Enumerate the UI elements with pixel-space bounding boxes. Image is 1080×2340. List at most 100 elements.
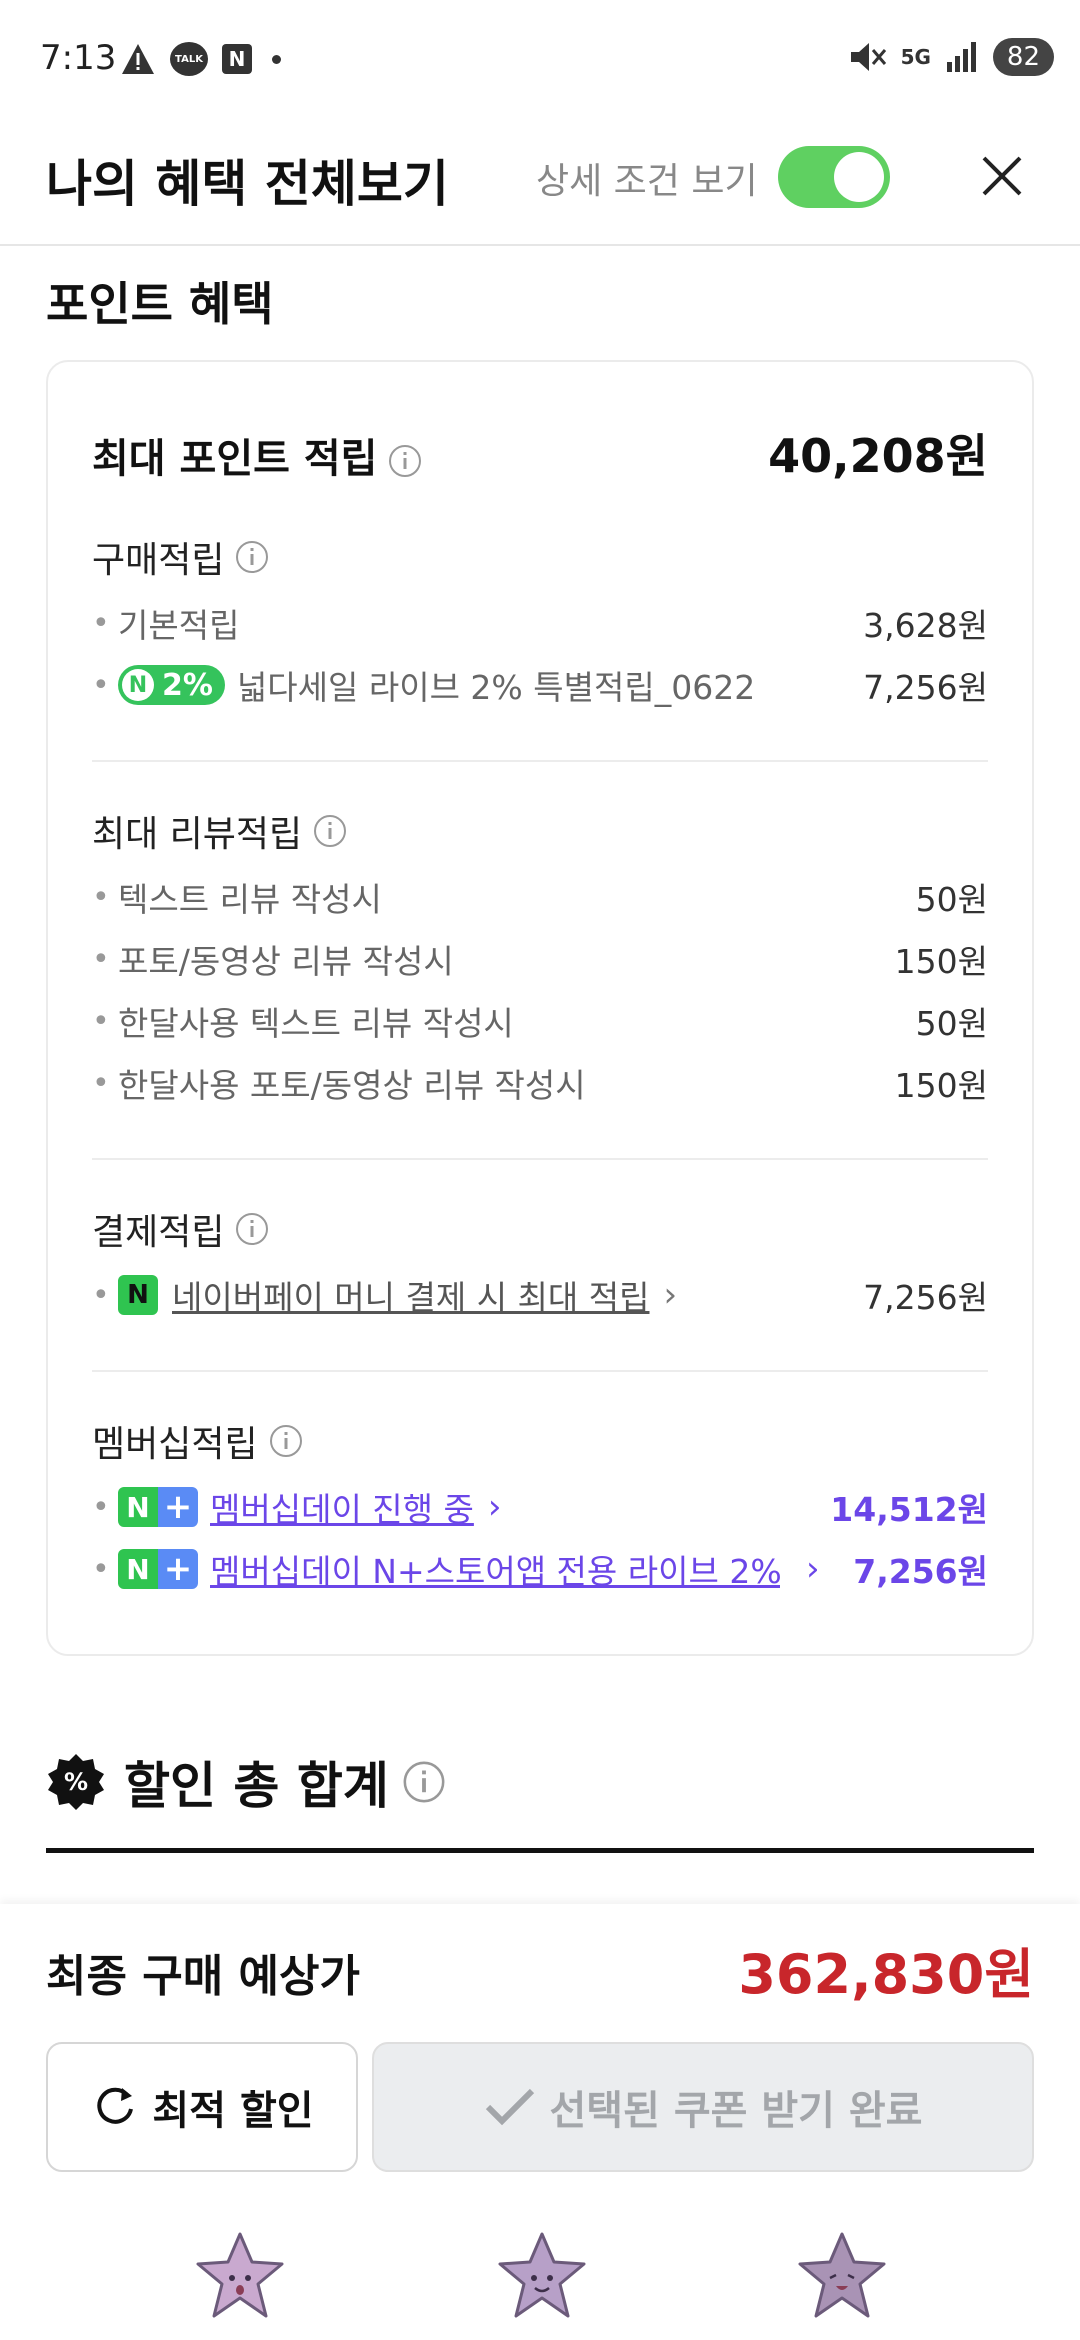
- refresh-icon: [97, 2087, 134, 2124]
- toggle-knob: [834, 152, 884, 202]
- notification-icons: TALK N: [120, 42, 281, 76]
- item-label: 한달사용 텍스트 리뷰 작성시: [118, 1004, 514, 1043]
- naverpay-link[interactable]: 네이버페이 머니 결제 시 최대 적립: [172, 1271, 650, 1319]
- item-label-wrap[interactable]: N 네이버페이 머니 결제 시 최대 적립 ›: [118, 1271, 677, 1319]
- item-label: 한달사용 포토/동영상 리뷰 작성시: [118, 1066, 586, 1105]
- bullet: •: [92, 1277, 110, 1313]
- divider: [92, 1370, 988, 1372]
- system-icons: 5G 82: [849, 38, 1054, 76]
- coupon-received-button[interactable]: 선택된 쿠폰 받기 완료: [372, 2042, 1034, 2172]
- mute-icon: [850, 43, 886, 71]
- item-label-wrap: N 2% 넓다세일 라이브 2% 특별적립_0622: [118, 661, 755, 709]
- info-icon[interactable]: [387, 443, 423, 479]
- detail-toggle[interactable]: [778, 146, 890, 208]
- badge-text: 2%: [162, 667, 213, 703]
- naver-plus-icon: N +: [118, 1549, 198, 1589]
- bottom-summary-panel: 최종 구매 예상가 362,830원 최적 할인 선택된 쿠폰 받기 완료: [0, 1904, 1080, 2340]
- item-label: 기본적립: [118, 606, 240, 645]
- chevron-right-icon: ›: [663, 1275, 678, 1315]
- max-points-text: 최대 포인트 적립: [92, 436, 378, 482]
- membership-points-group: 멤버십적립 • N + 멤버십데이 진행 중 › 14,512원 • N + 멤버십…: [92, 1406, 988, 1600]
- page-title: 나의 혜택 전체보기: [46, 155, 449, 213]
- list-item: • 포토/동영상 리뷰 작성시 150원: [92, 928, 988, 990]
- membership-day-link[interactable]: 멤버십데이 진행 중: [210, 1483, 474, 1531]
- divider: [92, 760, 988, 762]
- naver-icon: N: [222, 44, 252, 74]
- group-title-text: 구매적립: [92, 540, 225, 581]
- status-bar: 7:13 TALK N 5G 82: [0, 0, 1080, 120]
- coupon-received-label: 선택된 쿠폰 받기 완료: [549, 2088, 923, 2134]
- bullet: •: [92, 1003, 110, 1039]
- item-label: 포토/동영상 리뷰 작성시: [118, 942, 454, 981]
- discount-total-heading: % 할인 총 합계: [46, 1746, 447, 1818]
- max-points-value: 40,208원: [768, 429, 988, 483]
- item-value: 150원: [894, 942, 988, 981]
- naver-plus-icon: N +: [118, 1487, 198, 1527]
- group-title: 멤버십적립: [92, 1406, 988, 1476]
- naver-icon: N: [122, 669, 154, 701]
- bullet: •: [92, 1551, 110, 1587]
- divider: [46, 1848, 1034, 1853]
- naver-2percent-badge: N 2%: [118, 665, 225, 705]
- item-value: 50원: [915, 880, 988, 919]
- purchase-points-group: 구매적립 • 기본적립 3,628원 • N 2% 넓다세일 라이브 2% 특별적…: [92, 522, 988, 716]
- close-icon[interactable]: [970, 144, 1034, 208]
- naver-icon-part: N: [118, 1549, 158, 1589]
- dot-icon: [272, 54, 281, 64]
- list-item[interactable]: • N + 멤버십데이 진행 중 › 14,512원: [92, 1476, 988, 1538]
- info-icon[interactable]: [234, 1211, 270, 1247]
- status-time: 7:13: [40, 38, 117, 78]
- max-points-label: 최대 포인트 적립: [92, 426, 423, 484]
- bullet: •: [92, 1065, 110, 1101]
- final-price-label: 최종 구매 예상가: [46, 1951, 360, 2002]
- section-title-points: 포인트 혜택: [46, 277, 274, 331]
- optimal-discount-button[interactable]: 최적 할인: [46, 2042, 358, 2172]
- discount-total-title: 할인 총 합계: [124, 1757, 389, 1815]
- points-card: 최대 포인트 적립 40,208원 구매적립 • 기본적립 3,628원 • N…: [46, 360, 1034, 1656]
- bullet: •: [92, 941, 110, 977]
- item-value: 7,256원: [853, 1552, 988, 1591]
- info-icon[interactable]: [401, 1759, 447, 1805]
- list-item[interactable]: • N + 멤버십데이 N+스토어앱 전용 라이브 2% ... › 7,256원: [92, 1538, 988, 1600]
- svg-text:%: %: [64, 1768, 88, 1796]
- star-emoji-icon[interactable]: [496, 2230, 588, 2322]
- battery-indicator: 82: [992, 38, 1054, 76]
- list-item: • 텍스트 리뷰 작성시 50원: [92, 866, 988, 928]
- item-label: 넓다세일 라이브 2% 특별적립_0622: [236, 668, 756, 707]
- item-value: 7,256원: [863, 668, 988, 707]
- network-icon: 5G: [900, 45, 931, 69]
- check-icon: [485, 2088, 534, 2126]
- page-header: 나의 혜택 전체보기 상세 조건 보기: [0, 120, 1080, 246]
- star-emoji-icon[interactable]: [796, 2230, 888, 2322]
- list-item: • N 2% 넓다세일 라이브 2% 특별적립_0622 7,256원: [92, 654, 988, 716]
- review-points-group: 최대 리뷰적립 • 텍스트 리뷰 작성시 50원 • 포토/동영상 리뷰 작성시…: [92, 796, 988, 1114]
- item-label-wrap[interactable]: N + 멤버십데이 진행 중 ›: [118, 1483, 501, 1531]
- group-title: 최대 리뷰적립: [92, 796, 988, 866]
- star-emoji-icon[interactable]: [194, 2230, 286, 2322]
- list-item: • 한달사용 텍스트 리뷰 작성시 50원: [92, 990, 988, 1052]
- list-item[interactable]: • N 네이버페이 머니 결제 시 최대 적립 › 7,256원: [92, 1264, 988, 1326]
- naver-icon-part: N: [118, 1487, 158, 1527]
- bullet: •: [92, 1489, 110, 1525]
- list-item: • 기본적립 3,628원: [92, 592, 988, 654]
- membership-live-link[interactable]: 멤버십데이 N+스토어앱 전용 라이브 2% ...: [210, 1545, 780, 1593]
- plus-icon-part: +: [158, 1487, 198, 1527]
- info-icon[interactable]: [268, 1423, 304, 1459]
- group-title-text: 결제적립: [92, 1212, 225, 1253]
- item-label-wrap[interactable]: N + 멤버십데이 N+스토어앱 전용 라이브 2% ... ›: [118, 1545, 820, 1593]
- chevron-right-icon: ›: [806, 1549, 820, 1589]
- max-points-row: 최대 포인트 적립 40,208원: [92, 420, 988, 490]
- item-value: 14,512원: [830, 1490, 988, 1529]
- info-icon[interactable]: [234, 539, 270, 575]
- final-price-value: 362,830원: [738, 1943, 1034, 2006]
- group-title: 결제적립: [92, 1194, 988, 1264]
- optimal-discount-label: 최적 할인: [152, 2088, 314, 2134]
- group-title-text: 멤버십적립: [92, 1424, 258, 1465]
- info-icon[interactable]: [312, 813, 348, 849]
- item-value: 3,628원: [863, 606, 988, 645]
- emoji-row: [0, 2224, 1080, 2340]
- percent-badge-icon: %: [48, 1754, 104, 1810]
- bullet: •: [92, 667, 110, 703]
- kakaotalk-icon: TALK: [170, 42, 208, 76]
- naverpay-icon: N: [118, 1275, 158, 1315]
